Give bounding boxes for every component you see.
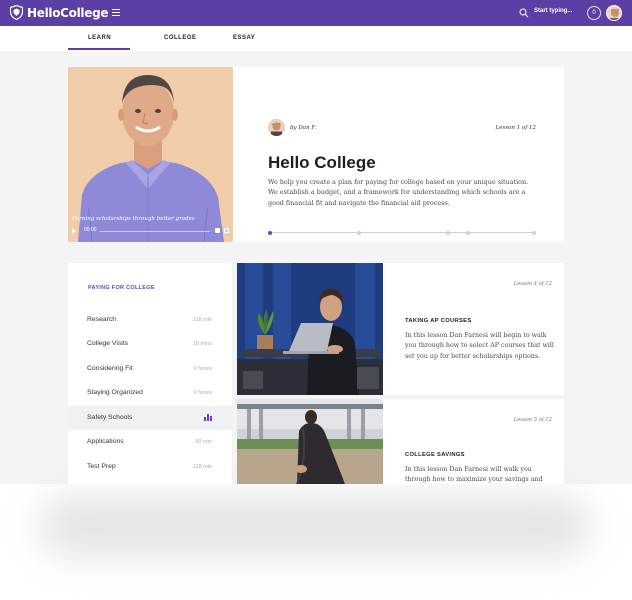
lesson-sidebar: PAYING FOR COLLEGE Research 118 min Coll… [68, 263, 232, 484]
brand-name: HelloCollege [27, 5, 109, 20]
tab-college[interactable]: COLLEGE [164, 35, 197, 41]
tab-essay[interactable]: ESSAY [233, 35, 255, 41]
tab-learn[interactable]: LEARN [88, 35, 111, 41]
shield-logo-icon [10, 5, 23, 20]
progress-step[interactable] [268, 231, 272, 235]
hero-description: We help you create a plan for paying for… [268, 178, 529, 207]
video-scrubber[interactable] [100, 231, 210, 232]
lesson-thumbnail [237, 399, 383, 484]
lesson-title: COLLEGE SAVINGS [405, 452, 465, 458]
sidebar-item-label: Staying Organized [87, 389, 143, 396]
lesson-title: TAKING AP COURSES [405, 318, 472, 324]
user-avatar[interactable] [606, 5, 622, 21]
notification-badge[interactable]: 0 [587, 6, 601, 20]
fullscreen-icon[interactable] [224, 228, 229, 233]
lesson-thumbnail [237, 263, 383, 395]
lesson-description: In this lesson Dan Farnesi will walk you… [405, 466, 543, 484]
sidebar-item-duration: 93 min [195, 439, 212, 445]
volume-icon[interactable] [215, 228, 220, 233]
progress-step[interactable] [357, 231, 361, 235]
video-time: 00:00 [84, 227, 97, 233]
sidebar-item-duration: 118 min [192, 464, 212, 470]
author-avatar [268, 119, 285, 136]
sidebar-item-considering-fit[interactable]: Considering Fit 2 hours [68, 357, 232, 381]
sidebar-item-test-prep[interactable]: Test Prep 118 min [68, 455, 232, 479]
sidebar-item-research[interactable]: Research 118 min [68, 308, 232, 332]
sidebar-item-duration: 118 min [192, 317, 212, 323]
progress-step[interactable] [446, 231, 450, 235]
sidebar-item-label: Test Prep [87, 463, 116, 470]
lesson-card[interactable]: Lesson 5 of 12 COLLEGE SAVINGS In this l… [237, 399, 564, 484]
progress-step[interactable] [466, 231, 470, 235]
search-input[interactable]: Start typing... [534, 8, 572, 14]
page-title: Hello College [268, 153, 376, 172]
drop-shadow [40, 496, 590, 556]
sidebar-item-duration: 16 mins [192, 341, 212, 347]
active-tab-indicator [68, 48, 130, 50]
play-icon[interactable] [72, 228, 76, 234]
sidebar-item-label: College Visits [87, 340, 129, 347]
top-bar: HelloCollege Start typing... 0 [0, 0, 632, 26]
sidebar-item-label: Research [87, 316, 117, 323]
lesson-card[interactable]: Lesson 4 of 12 TAKING AP COURSES In this… [237, 263, 564, 395]
lesson-description: In this lesson Dan Farnesi will begin to… [405, 332, 554, 360]
logo[interactable]: HelloCollege [10, 5, 109, 20]
lesson-progress [268, 231, 536, 235]
sidebar-item-label: Considering Fit [87, 365, 133, 372]
author-name: by Dan F. [290, 125, 317, 131]
sidebar-item-applications[interactable]: Applications 93 min [68, 430, 232, 454]
lesson-counter: Lesson 4 of 12 [513, 281, 552, 287]
sidebar-item-safety-schools[interactable]: Safety Schools [68, 406, 232, 430]
lesson-counter: Lesson 5 of 12 [513, 417, 552, 423]
sidebar-item-label: Safety Schools [87, 414, 133, 421]
sidebar-item-staying-organized[interactable]: Staying Organized 2 hours [68, 381, 232, 405]
sidebar-item-college-visits[interactable]: College Visits 16 mins [68, 332, 232, 356]
progress-track [270, 232, 534, 233]
video-controls: 00:00 [72, 227, 230, 234]
bar-chart-icon [204, 414, 212, 421]
lesson-counter: Lesson 1 of 12 [495, 125, 537, 131]
sidebar-item-label: Applications [87, 438, 124, 445]
sidebar-item-duration: 2 hours [193, 390, 212, 396]
search-icon[interactable] [519, 8, 529, 18]
hamburger-menu-icon[interactable] [112, 9, 120, 17]
video-caption: Earning scholarships through better grad… [72, 216, 195, 222]
sidebar-item-duration: 2 hours [193, 366, 212, 372]
sidebar-heading: PAYING FOR COLLEGE [88, 285, 155, 291]
progress-step[interactable] [532, 231, 536, 235]
